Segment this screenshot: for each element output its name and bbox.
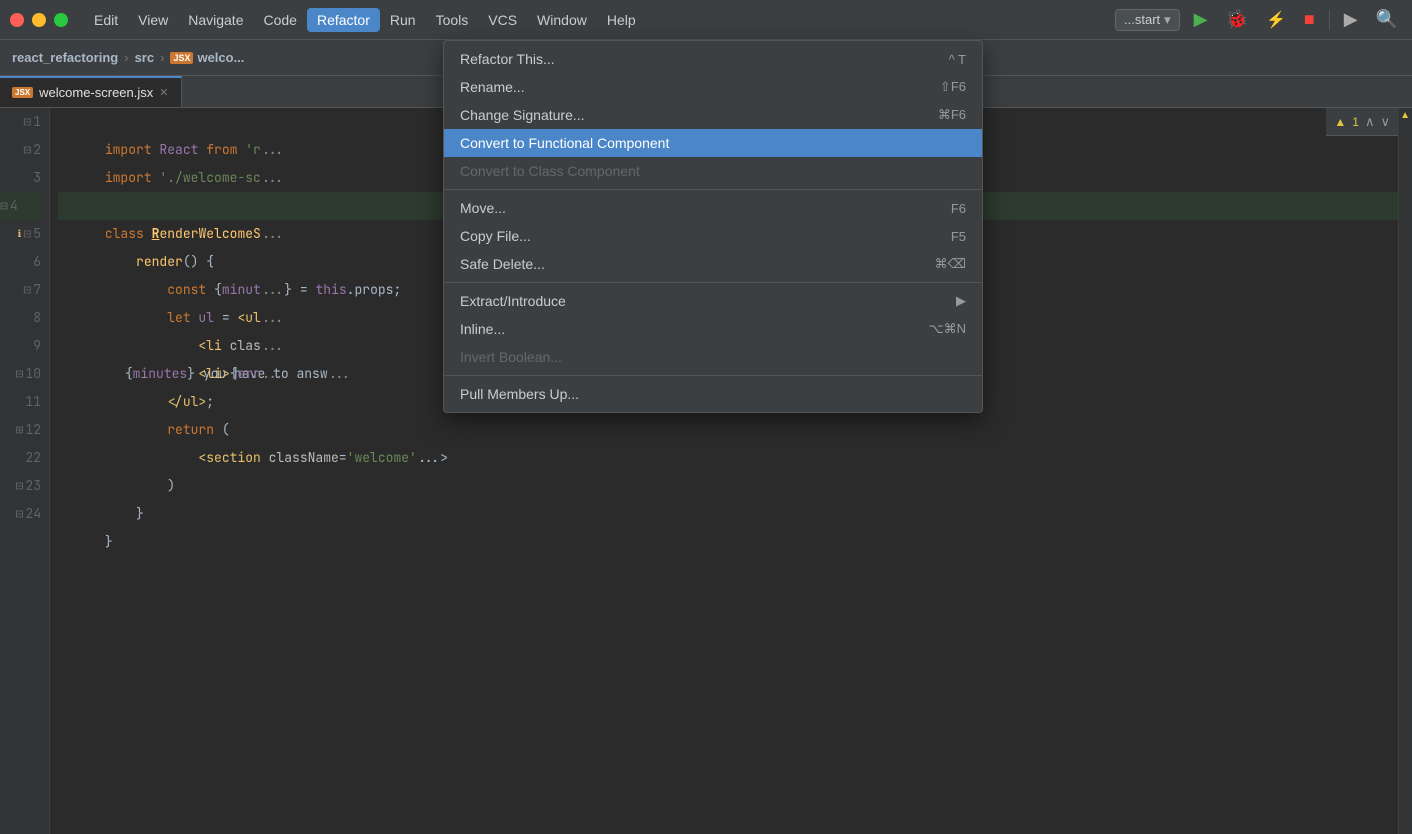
menu-divider-1 xyxy=(444,189,982,190)
refactor-dropdown-menu: Refactor This... ^ T Rename... ⇧F6 Chang… xyxy=(443,40,983,413)
breadcrumb-project[interactable]: react_refactoring xyxy=(12,50,118,65)
breadcrumb-file: JSX welco... xyxy=(170,50,244,65)
menu-item-label: Refactor This... xyxy=(460,51,555,67)
menu-item-label: Safe Delete... xyxy=(460,256,545,272)
breadcrumb-sep-2: › xyxy=(160,50,164,65)
menu-item-shortcut: F5 xyxy=(951,229,966,244)
annotation-nav-down[interactable]: ∨ xyxy=(1380,114,1390,130)
menu-item-label: Change Signature... xyxy=(460,107,585,123)
line-number-22: 22 xyxy=(25,444,41,472)
annotation-nav-up[interactable]: ∧ xyxy=(1365,114,1375,130)
close-button[interactable] xyxy=(10,13,24,27)
menu-navigate[interactable]: Navigate xyxy=(178,8,253,32)
tab-jsx-badge: JSX xyxy=(12,87,33,98)
menu-item-shortcut: ⇧F6 xyxy=(940,79,966,95)
menu-item-label: Convert to Class Component xyxy=(460,163,640,179)
menu-item-inline[interactable]: Inline... ⌥⌘N xyxy=(444,315,982,343)
annotation-bar: ▲ 1 ∧ ∨ xyxy=(1326,108,1398,136)
menu-item-shortcut: ⌘F6 xyxy=(938,107,966,123)
menu-divider-2 xyxy=(444,282,982,283)
coverage-button[interactable]: ⚡ xyxy=(1262,8,1290,32)
menu-refactor[interactable]: Refactor xyxy=(307,8,380,32)
menu-item-shortcut: ⌘⌫ xyxy=(935,256,966,272)
line-number-7: ⊟ 7 xyxy=(23,276,41,304)
breadcrumb-sep-1: › xyxy=(124,50,128,65)
line-number-6: 6 xyxy=(33,248,41,276)
menu-item-change-signature[interactable]: Change Signature... ⌘F6 xyxy=(444,101,982,129)
line-number-24: ⊟ 24 xyxy=(16,500,41,528)
line-number-gutter: ⊟ 1 ⊟ 2 3 ⊟ 4 ℹ ⊟ 5 6 ⊟ 7 8 9 xyxy=(0,108,50,834)
line-number-5: ℹ ⊟ 5 xyxy=(18,220,41,248)
line-number-1: ⊟ 1 xyxy=(23,108,41,136)
menu-item-move[interactable]: Move... F6 xyxy=(444,194,982,222)
menu-item-shortcut: ▶ xyxy=(956,293,966,309)
menu-edit[interactable]: Edit xyxy=(84,8,128,32)
warning-icon: ▲ xyxy=(1334,115,1346,129)
line-number-12: ⊞ 12 xyxy=(16,416,41,444)
maximize-button[interactable] xyxy=(54,13,68,27)
menu-item-label: Pull Members Up... xyxy=(460,386,579,402)
menu-item-shortcut: ⌥⌘N xyxy=(929,321,966,337)
search-everywhere-button[interactable]: 🔍 xyxy=(1372,7,1402,32)
menu-item-label: Invert Boolean... xyxy=(460,349,562,365)
warning-count: 1 xyxy=(1352,115,1359,129)
run-config-dropdown-icon: ▾ xyxy=(1164,12,1171,28)
menu-item-label: Inline... xyxy=(460,321,505,337)
menu-tools[interactable]: Tools xyxy=(426,8,479,32)
traffic-lights xyxy=(10,13,68,27)
tab-welcome-screen[interactable]: JSX welcome-screen.jsx ✕ xyxy=(0,76,182,107)
menu-item-label: Convert to Functional Component xyxy=(460,135,669,151)
minimize-button[interactable] xyxy=(32,13,46,27)
line-number-3: 3 xyxy=(33,164,41,192)
jsx-badge: JSX xyxy=(170,52,193,64)
code-line-12: <section className='welcome'...> xyxy=(58,416,1398,444)
menu-bar: Edit View Navigate Code Refactor Run Too… xyxy=(0,0,1412,40)
menu-item-shortcut: F6 xyxy=(951,201,966,216)
menu-item-safe-delete[interactable]: Safe Delete... ⌘⌫ xyxy=(444,250,982,278)
menu-item-convert-class: Convert to Class Component xyxy=(444,157,982,185)
run-dashboard-button[interactable]: ▶ xyxy=(1340,7,1362,32)
code-line-23: } xyxy=(58,472,1398,500)
code-line-24: } xyxy=(58,500,1398,528)
line-number-2: ⊟ 2 xyxy=(23,136,41,164)
menu-item-refactor-this[interactable]: Refactor This... ^ T xyxy=(444,45,982,73)
line-number-4: ⊟ 4 xyxy=(0,192,41,220)
debug-button[interactable]: 🐞 xyxy=(1222,7,1252,32)
right-indicator-bar: ▲ xyxy=(1398,108,1412,834)
breadcrumb-src[interactable]: src xyxy=(135,50,155,65)
menu-help[interactable]: Help xyxy=(597,8,646,32)
tab-label: welcome-screen.jsx xyxy=(39,85,153,100)
line-number-23: ⊟ 23 xyxy=(16,472,41,500)
menu-item-invert-boolean: Invert Boolean... xyxy=(444,343,982,371)
menu-item-rename[interactable]: Rename... ⇧F6 xyxy=(444,73,982,101)
run-config-label: ...start xyxy=(1124,12,1160,27)
menu-item-label: Move... xyxy=(460,200,506,216)
run-button[interactable]: ▶ xyxy=(1190,7,1212,32)
margin-warning-icon: ▲ xyxy=(1400,110,1410,121)
menu-vcs[interactable]: VCS xyxy=(478,8,527,32)
menu-item-pull-members-up[interactable]: Pull Members Up... xyxy=(444,380,982,408)
menu-run[interactable]: Run xyxy=(380,8,426,32)
menu-window[interactable]: Window xyxy=(527,8,597,32)
menu-item-label: Extract/Introduce xyxy=(460,293,566,309)
tab-close-button[interactable]: ✕ xyxy=(159,86,168,99)
menu-item-label: Copy File... xyxy=(460,228,531,244)
menu-divider-3 xyxy=(444,375,982,376)
run-config-selector[interactable]: ...start ▾ xyxy=(1115,9,1180,31)
line-number-9: 9 xyxy=(33,332,41,360)
line-number-8: 8 xyxy=(33,304,41,332)
menu-item-convert-functional[interactable]: Convert to Functional Component xyxy=(444,129,982,157)
breadcrumb-filename[interactable]: welco... xyxy=(197,50,244,65)
menu-code[interactable]: Code xyxy=(253,8,306,32)
menu-item-label: Rename... xyxy=(460,79,525,95)
line-number-11: 11 xyxy=(25,388,41,416)
menu-view[interactable]: View xyxy=(128,8,178,32)
line-number-10: ⊟ 10 xyxy=(16,360,41,388)
menu-item-shortcut: ^ T xyxy=(949,52,966,67)
menu-item-extract-introduce[interactable]: Extract/Introduce ▶ xyxy=(444,287,982,315)
stop-button[interactable]: ■ xyxy=(1300,7,1319,32)
menu-item-copy-file[interactable]: Copy File... F5 xyxy=(444,222,982,250)
